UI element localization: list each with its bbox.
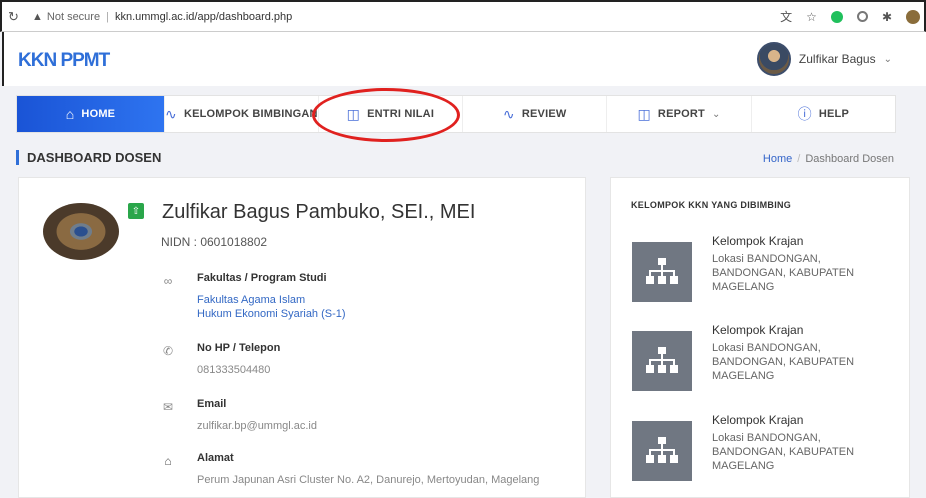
translate-icon[interactable]: 文 — [780, 8, 792, 25]
group-location: Lokasi BANDONGAN, BANDONGAN, KABUPATEN M… — [712, 342, 855, 382]
email-value: zulfikar.bp@ummgl.ac.id — [197, 420, 317, 432]
phone-value: 081333504480 — [197, 364, 271, 376]
sitemap-icon — [632, 331, 692, 391]
nav-item-help[interactable]: ⓘ HELP — [752, 96, 895, 132]
pulse-icon: ∿ — [165, 105, 177, 122]
security-label[interactable]: Not secure — [47, 11, 100, 23]
url-divider: | — [106, 10, 109, 23]
main-nav: ⌂ HOME ∿ KELOMPOK BIMBINGAN ◫ ENTRI NILA… — [16, 95, 896, 133]
phone-icon: ✆ — [162, 344, 174, 358]
sitemap-icon — [632, 242, 692, 302]
nav-item-label: REVIEW — [521, 108, 567, 120]
group-list-card: KELOMPOK KKN YANG DIBIMBING Kelompok Kra… — [610, 177, 910, 498]
faculty-value[interactable]: Fakultas Agama Islam — [197, 294, 305, 306]
nav-item-label: HOME — [81, 108, 116, 120]
nav-item-label: HELP — [818, 108, 850, 120]
puzzle-icon[interactable]: ✱ — [882, 10, 892, 24]
nav-item-review[interactable]: ∿ REVIEW — [463, 96, 608, 132]
site-logo[interactable]: KKN PPMT — [18, 50, 110, 72]
group-name[interactable]: Kelompok Krajan — [712, 413, 803, 427]
profile-photo — [43, 203, 119, 260]
upload-photo-icon[interactable]: ⇧ — [128, 203, 144, 219]
breadcrumb-home[interactable]: Home — [763, 153, 792, 165]
breadcrumb: Home / Dashboard Dosen — [763, 153, 894, 165]
browser-toolbar: ↻ ▲ Not secure | kkn.ummgl.ac.id/app/das… — [0, 0, 926, 32]
profile-card: ⇧ Zulfikar Bagus Pambuko, SEI., MEI NIDN… — [18, 177, 586, 498]
group-location: Lokasi BANDONGAN, BANDONGAN, KABUPATEN M… — [712, 253, 855, 293]
sitemap-icon — [632, 421, 692, 481]
nav-item-label: KELOMPOK BIMBINGAN — [183, 108, 318, 120]
nav-item-kelompok-bimbingan[interactable]: ∿ KELOMPOK BIMBINGAN — [165, 96, 319, 132]
avatar[interactable] — [756, 42, 791, 76]
star-icon[interactable]: ☆ — [806, 10, 817, 24]
warning-icon[interactable]: ▲ — [32, 11, 43, 23]
nidn: NIDN : 0601018802 — [161, 235, 268, 249]
lecturer-name: Zulfikar Bagus Pambuko, SEI., MEI — [162, 201, 476, 223]
nav-item-report[interactable]: ◫ REPORT ⌄ — [607, 96, 752, 132]
link-icon: ∞ — [163, 274, 173, 288]
address-value: Perum Japunan Asri Cluster No. A2, Danur… — [197, 474, 540, 486]
user-name[interactable]: Zulfikar Bagus — [799, 52, 876, 66]
info-icon: ⓘ — [797, 106, 812, 122]
nav-item-home[interactable]: ⌂ HOME — [17, 96, 165, 132]
breadcrumb-current: Dashboard Dosen — [805, 153, 894, 165]
address-label: Alamat — [197, 452, 234, 464]
phone-label: No HP / Telepon — [197, 342, 281, 354]
group-name[interactable]: Kelompok Krajan — [712, 234, 803, 248]
chevron-down-icon: ⌄ — [711, 108, 721, 120]
faculty-label: Fakultas / Program Studi — [197, 272, 327, 284]
program-value[interactable]: Hukum Ekonomi Syariah (S-1) — [197, 308, 346, 320]
group-name[interactable]: Kelompok Krajan — [712, 323, 803, 337]
browser-extensions: 文 ☆ ✱ — [780, 8, 920, 25]
nav-item-label: ENTRI NILAI — [367, 108, 435, 120]
extension-ring-icon[interactable] — [856, 11, 868, 22]
address-bar[interactable]: kkn.ummgl.ac.id/app/dashboard.php — [115, 11, 292, 23]
book-icon: ◫ — [346, 105, 361, 122]
extension-green-icon[interactable] — [830, 10, 843, 23]
email-label: Email — [197, 398, 227, 410]
group-list-heading: KELOMPOK KKN YANG DIBIMBING — [631, 200, 792, 210]
user-menu[interactable]: Zulfikar Bagus ⌄ — [756, 42, 892, 76]
reload-icon[interactable]: ↻ — [8, 9, 28, 25]
nav-item-label: REPORT — [657, 108, 705, 120]
nav-item-entri-nilai[interactable]: ◫ ENTRI NILAI — [319, 96, 464, 132]
mail-icon: ✉ — [162, 400, 174, 414]
group-location: Lokasi BANDONGAN, BANDONGAN, KABUPATEN M… — [712, 432, 855, 472]
profile-avatar-icon[interactable] — [906, 9, 920, 24]
home-icon: ⌂ — [65, 106, 75, 122]
chevron-down-icon[interactable]: ⌄ — [884, 54, 892, 65]
book-icon: ◫ — [637, 105, 651, 122]
pulse-icon: ∿ — [502, 105, 515, 122]
page-title: DASHBOARD DOSEN — [16, 150, 161, 165]
site-header: KKN PPMT Zulfikar Bagus ⌄ — [2, 32, 926, 86]
breadcrumb-divider: / — [797, 153, 801, 165]
home-icon: ⌂ — [164, 454, 172, 468]
